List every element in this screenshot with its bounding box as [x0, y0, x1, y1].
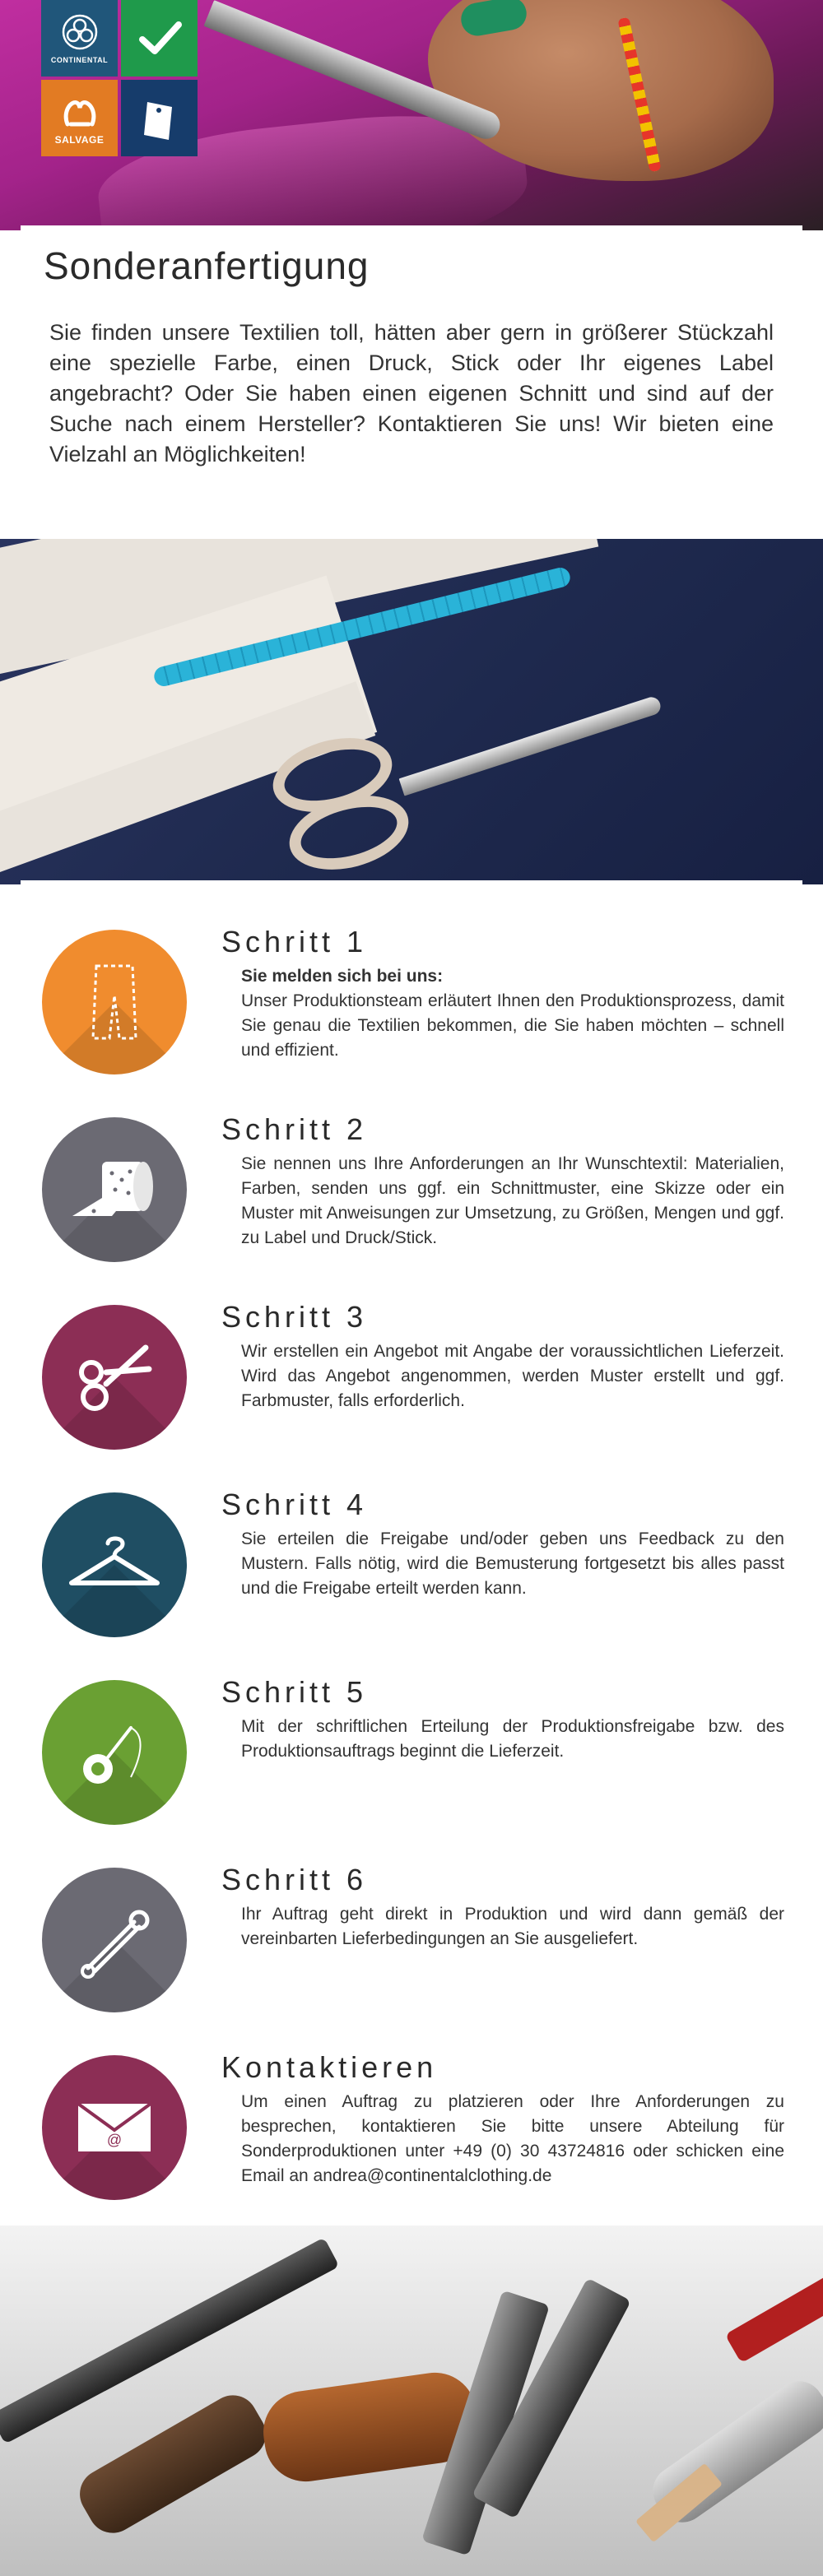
salvage-logo: SALVAGE	[41, 80, 118, 156]
step-2-badge	[42, 1117, 187, 1262]
needle-thread-icon	[83, 1726, 142, 1784]
continental-emblem-icon	[62, 14, 97, 49]
step-lead: Sie melden sich bei uns:	[241, 967, 444, 986]
step-6: Schritt 6 Ihr Auftrag geht direkt in Pro…	[21, 1818, 802, 2012]
step-title: Schritt 2	[221, 1112, 368, 1146]
salvage-knot-icon	[63, 100, 95, 126]
step-1: Schritt 1 Sie melden sich bei uns: Unser…	[21, 880, 802, 1074]
step-description: Wir erstellen ein Angebot mit Angabe der…	[241, 1339, 784, 1413]
step-title: Schritt 6	[221, 1863, 368, 1896]
pants-pattern-icon	[91, 964, 137, 1040]
step-body: Unser Produktionsteam erläutert Ihnen de…	[241, 991, 784, 1060]
contact-description: Um einen Auftrag zu platzieren oder Ihre…	[241, 2090, 784, 2188]
red-tool	[724, 2268, 823, 2364]
step-title: Schritt 1	[221, 925, 368, 958]
steps-card: Schritt 1 Sie melden sich bei uns: Unser…	[21, 880, 802, 2230]
scissor-blade	[398, 694, 663, 796]
hanger-icon	[69, 1536, 160, 1585]
step-4: Schritt 4 Sie erteilen die Freigabe und/…	[21, 1443, 802, 1637]
contact-badge: @	[42, 2055, 187, 2200]
contact-section: @ Kontaktieren Um einen Auftrag zu platz…	[21, 2006, 802, 2200]
step-title: Schritt 4	[221, 1488, 368, 1521]
sewing-pattern-photo	[0, 539, 823, 884]
fabric-roll-icon	[72, 1162, 153, 1216]
step-description: Sie nennen uns Ihre Anforderungen an Ihr…	[241, 1152, 784, 1251]
scissors-icon	[79, 1344, 152, 1411]
tag-icon	[143, 101, 172, 140]
step-description: Sie melden sich bei uns: Unser Produktio…	[241, 964, 784, 1063]
continental-label: CONTINENTAL	[50, 55, 109, 64]
step-body: Sie nennen uns Ihre Anforderungen an Ihr…	[241, 1154, 784, 1247]
step-6-badge	[42, 1868, 187, 2012]
intro-card: Sonderanfertigung Sie finden unsere Text…	[21, 225, 802, 538]
step-1-badge	[42, 930, 187, 1074]
checkmark-icon	[138, 21, 182, 54]
salvage-label: SALVAGE	[54, 133, 105, 146]
contact-body: Um einen Auftrag zu platzieren oder Ihre…	[241, 2092, 784, 2185]
step-4-badge	[42, 1492, 187, 1637]
email-envelope-icon: @	[77, 2102, 152, 2151]
step-3-badge	[42, 1305, 187, 1450]
step-2: Schritt 2 Sie nennen uns Ihre Anforderun…	[21, 1068, 802, 1262]
step-title: Schritt 3	[221, 1300, 368, 1334]
step-description: Ihr Auftrag geht direkt in Produktion un…	[241, 1902, 784, 1952]
step-5-badge	[42, 1680, 187, 1825]
continental-logo: CONTINENTAL	[41, 0, 118, 77]
tools-photo	[0, 2226, 823, 2576]
earth-positive-logo	[121, 0, 198, 77]
contact-title: Kontaktieren	[221, 2050, 438, 2084]
step-description: Mit der schriftlichen Erteilung der Prod…	[241, 1715, 784, 1764]
safety-pin-icon	[81, 1910, 150, 1979]
svg-text:@: @	[107, 2132, 122, 2148]
page-title: Sonderanfertigung	[44, 244, 370, 287]
fair-share-logo	[121, 80, 198, 156]
step-3: Schritt 3 Wir erstellen ein Angebot mit …	[21, 1256, 802, 1450]
step-body: Sie erteilen die Freigabe und/oder geben…	[241, 1529, 784, 1598]
step-body: Mit der schriftlichen Erteilung der Prod…	[241, 1717, 784, 1761]
step-5: Schritt 5 Mit der schriftlichen Erteilun…	[21, 1631, 802, 1825]
step-title: Schritt 5	[221, 1675, 368, 1709]
step-body: Wir erstellen ein Angebot mit Angabe der…	[241, 1342, 784, 1410]
step-body: Ihr Auftrag geht direkt in Produktion un…	[241, 1905, 784, 1948]
intro-text: Sie finden unsere Textilien toll, hätten…	[49, 320, 774, 466]
wooden-handle	[71, 2386, 275, 2542]
step-description: Sie erteilen die Freigabe und/oder geben…	[241, 1527, 784, 1601]
